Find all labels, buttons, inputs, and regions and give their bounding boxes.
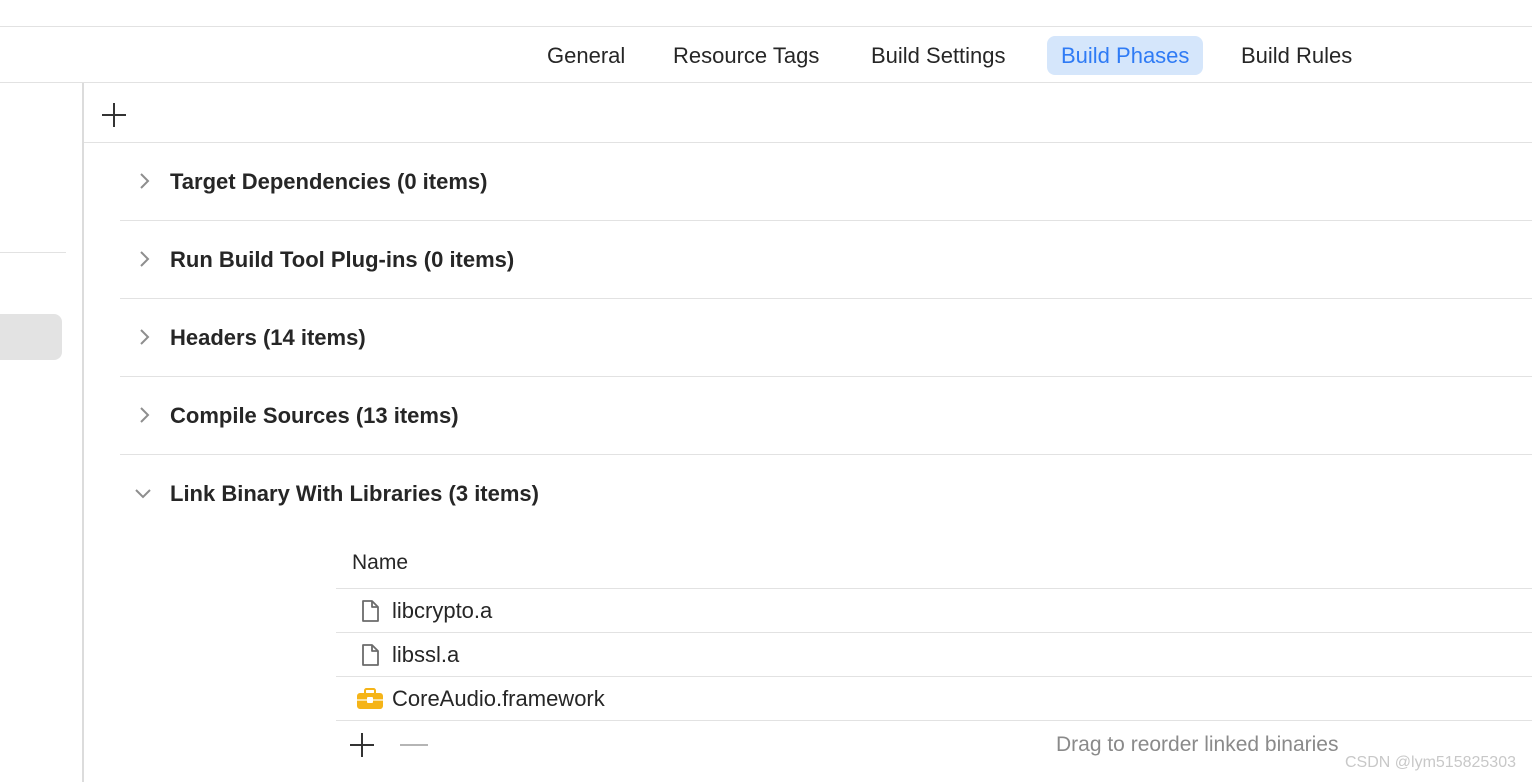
editor-tab-bar: General Resource Tags Build Settings Bui…	[0, 27, 1532, 83]
library-name: CoreAudio.framework	[392, 686, 605, 711]
chevron-right-icon[interactable]	[136, 327, 152, 347]
top-bar	[0, 0, 1532, 27]
add-phase-plus-icon[interactable]	[102, 103, 126, 127]
file-icon	[362, 600, 379, 622]
reorder-hint: Drag to reorder linked binaries	[1056, 733, 1339, 756]
xcode-build-phases-window: General Resource Tags Build Settings Bui…	[0, 0, 1532, 782]
file-icon	[362, 644, 379, 666]
phase-headers[interactable]: Headers (14 items)	[120, 299, 1532, 377]
library-name: libcrypto.a	[392, 598, 493, 623]
watermark: CSDN @lym515825303	[1345, 754, 1516, 771]
targets-sidebar	[0, 83, 84, 782]
library-row[interactable]: libssl.a	[336, 633, 1532, 677]
tab-build-settings[interactable]: Build Settings	[857, 36, 1020, 75]
tab-resource-tags[interactable]: Resource Tags	[659, 36, 833, 75]
phase-title: Target Dependencies (0 items)	[170, 169, 488, 194]
tab-general[interactable]: General	[533, 36, 639, 75]
phase-compile-sources[interactable]: Compile Sources (13 items)	[120, 377, 1532, 455]
remove-library-minus-icon[interactable]	[400, 744, 428, 746]
library-name: libssl.a	[392, 642, 460, 667]
chevron-right-icon[interactable]	[136, 171, 152, 191]
phase-title: Headers (14 items)	[170, 325, 366, 350]
sidebar-selected-target[interactable]	[0, 314, 62, 360]
add-library-plus-icon[interactable]	[350, 733, 376, 759]
column-header-name[interactable]: Name	[336, 537, 1532, 589]
chevron-down-icon[interactable]	[133, 485, 153, 501]
phase-title: Compile Sources (13 items)	[170, 403, 459, 428]
sidebar-divider	[0, 252, 66, 253]
phase-title: Link Binary With Libraries (3 items)	[170, 481, 539, 506]
tab-build-rules[interactable]: Build Rules	[1227, 36, 1366, 75]
phase-toolbar	[84, 83, 1532, 143]
toolbox-icon	[357, 688, 383, 709]
chevron-right-icon[interactable]	[136, 249, 152, 269]
library-row[interactable]: libcrypto.a	[336, 589, 1532, 633]
phase-title: Run Build Tool Plug-ins (0 items)	[170, 247, 515, 272]
linked-libraries-table: Name libcrypto.a libssl.a CoreAudio.fram	[336, 537, 1532, 771]
tab-build-phases[interactable]: Build Phases	[1047, 36, 1204, 75]
library-row[interactable]: CoreAudio.framework	[336, 677, 1532, 721]
phase-run-build-tool-plugins[interactable]: Run Build Tool Plug-ins (0 items)	[120, 221, 1532, 299]
chevron-right-icon[interactable]	[136, 405, 152, 425]
phase-target-dependencies[interactable]: Target Dependencies (0 items)	[120, 143, 1532, 221]
